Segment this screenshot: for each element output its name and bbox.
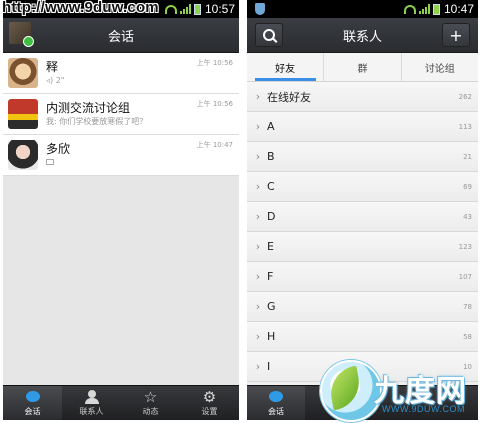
my-avatar[interactable] — [9, 22, 34, 47]
friend-group-row[interactable]: › H 58 — [247, 322, 478, 352]
chat-bubble-icon — [269, 391, 283, 402]
friend-group-row[interactable]: › F 107 — [247, 262, 478, 292]
page-title: 联系人 — [342, 29, 382, 45]
chevron-right-icon: › — [255, 240, 261, 253]
chevron-right-icon: › — [255, 150, 261, 163]
search-icon — [263, 29, 275, 41]
signal-icon — [418, 4, 430, 14]
bottom-tab-bar: 会话 联系人 ☆ 动态 ⚙ 设置 — [3, 385, 239, 420]
tab-discussion-groups[interactable]: 讨论组 — [402, 53, 478, 81]
friend-group-row[interactable]: › B 21 — [247, 142, 478, 172]
conversation-preview — [46, 157, 239, 169]
title-bar: 联系人 + — [247, 18, 478, 53]
friend-group-row[interactable]: › C 69 — [247, 172, 478, 202]
conversation-time: 上午 10:56 — [196, 59, 233, 67]
star-icon: ☆ — [143, 387, 158, 406]
conversation-time: 上午 10:56 — [196, 100, 233, 108]
friend-group-row[interactable]: › G 78 — [247, 292, 478, 322]
tab-label: 设置 — [201, 406, 218, 416]
status-bar: 10:47 — [247, 0, 478, 18]
online-status-icon — [23, 36, 34, 47]
search-button[interactable] — [255, 23, 283, 47]
chevron-right-icon: › — [255, 270, 261, 283]
plus-icon: + — [449, 25, 463, 45]
tab-conversations[interactable]: 会话 — [247, 386, 305, 420]
tab-label: 会话 — [24, 406, 41, 416]
tab-label: 动态 — [142, 406, 159, 416]
avatar — [8, 140, 38, 170]
contacts-screen: 10:47 联系人 + 好友 群 讨论组 › 在线好友 262 › A 113 › B 21… — [247, 0, 478, 420]
chevron-right-icon: › — [255, 300, 261, 313]
conversation-preview: 我: 你们学校要放寒假了吧？ — [46, 116, 148, 126]
image-icon — [46, 158, 54, 165]
chevron-right-icon: › — [255, 180, 261, 193]
voice-icon: ◃) — [46, 75, 54, 85]
shield-icon — [255, 3, 265, 15]
chevron-right-icon: › — [255, 210, 261, 223]
chevron-right-icon: › — [255, 90, 261, 103]
conversation-item[interactable]: 释 ◃) 2" 上午 10:56 — [3, 53, 239, 94]
status-time: 10:47 — [443, 2, 474, 16]
conversation-item[interactable]: 多欣 上午 10:47 — [3, 135, 239, 176]
page-title: 会话 — [107, 29, 134, 45]
chevron-right-icon: › — [255, 120, 261, 133]
contacts-segmented-control: 好友 群 讨论组 — [247, 53, 478, 82]
conversation-time: 上午 10:47 — [196, 141, 233, 149]
tab-feed[interactable]: ☆ 动态 — [121, 386, 180, 420]
tab-label: 联系人 — [79, 406, 104, 416]
friend-group-row[interactable]: › 在线好友 262 — [247, 82, 478, 112]
friend-group-row[interactable]: › A 113 — [247, 112, 478, 142]
tab-conversations[interactable]: 会话 — [3, 386, 62, 420]
signal-icon — [179, 4, 191, 14]
friend-group-row[interactable]: › D 43 — [247, 202, 478, 232]
conversation-list: 释 ◃) 2" 上午 10:56 内测交流讨论组 我: 你们学校要放寒假了吧？ … — [3, 53, 239, 176]
status-time: 10:57 — [204, 2, 235, 16]
tab-settings[interactable]: ⚙ 设置 — [180, 386, 239, 420]
add-button[interactable]: + — [442, 23, 470, 47]
wifi-icon — [164, 4, 177, 14]
tab-contacts[interactable]: 联系人 — [62, 386, 121, 420]
chevron-right-icon: › — [255, 330, 261, 343]
conversation-preview: ◃) 2" — [46, 75, 65, 85]
person-icon — [84, 389, 99, 404]
tab-label: 会话 — [268, 406, 284, 416]
battery-icon — [193, 3, 201, 15]
brand-url: WWW.9DUW.COM — [382, 404, 465, 414]
avatar — [8, 58, 38, 88]
brand-watermark-logo: 九度网 WWW.9DUW.COM — [320, 358, 480, 423]
avatar — [8, 99, 38, 129]
chat-bubble-icon — [25, 391, 40, 402]
tab-groups[interactable]: 群 — [324, 53, 402, 81]
wifi-icon — [403, 4, 416, 14]
watermark-url: http://www.9duw.com — [2, 0, 159, 16]
title-bar: 会话 — [3, 18, 239, 53]
friend-group-list: › 在线好友 262 › A 113 › B 21 › C 69 › D 43 › E 123 › F 10… — [247, 82, 478, 382]
chevron-right-icon: › — [255, 360, 261, 373]
tab-friends[interactable]: 好友 — [247, 53, 325, 81]
gear-icon: ⚙ — [202, 387, 217, 406]
conversation-item[interactable]: 内测交流讨论组 我: 你们学校要放寒假了吧？ 上午 10:56 — [3, 94, 239, 135]
conversations-screen: 10:57 会话 释 ◃) 2" 上午 10:56 内测交流讨论组 我: 你们学… — [3, 0, 239, 420]
battery-icon — [432, 3, 440, 15]
friend-group-row[interactable]: › E 123 — [247, 232, 478, 262]
